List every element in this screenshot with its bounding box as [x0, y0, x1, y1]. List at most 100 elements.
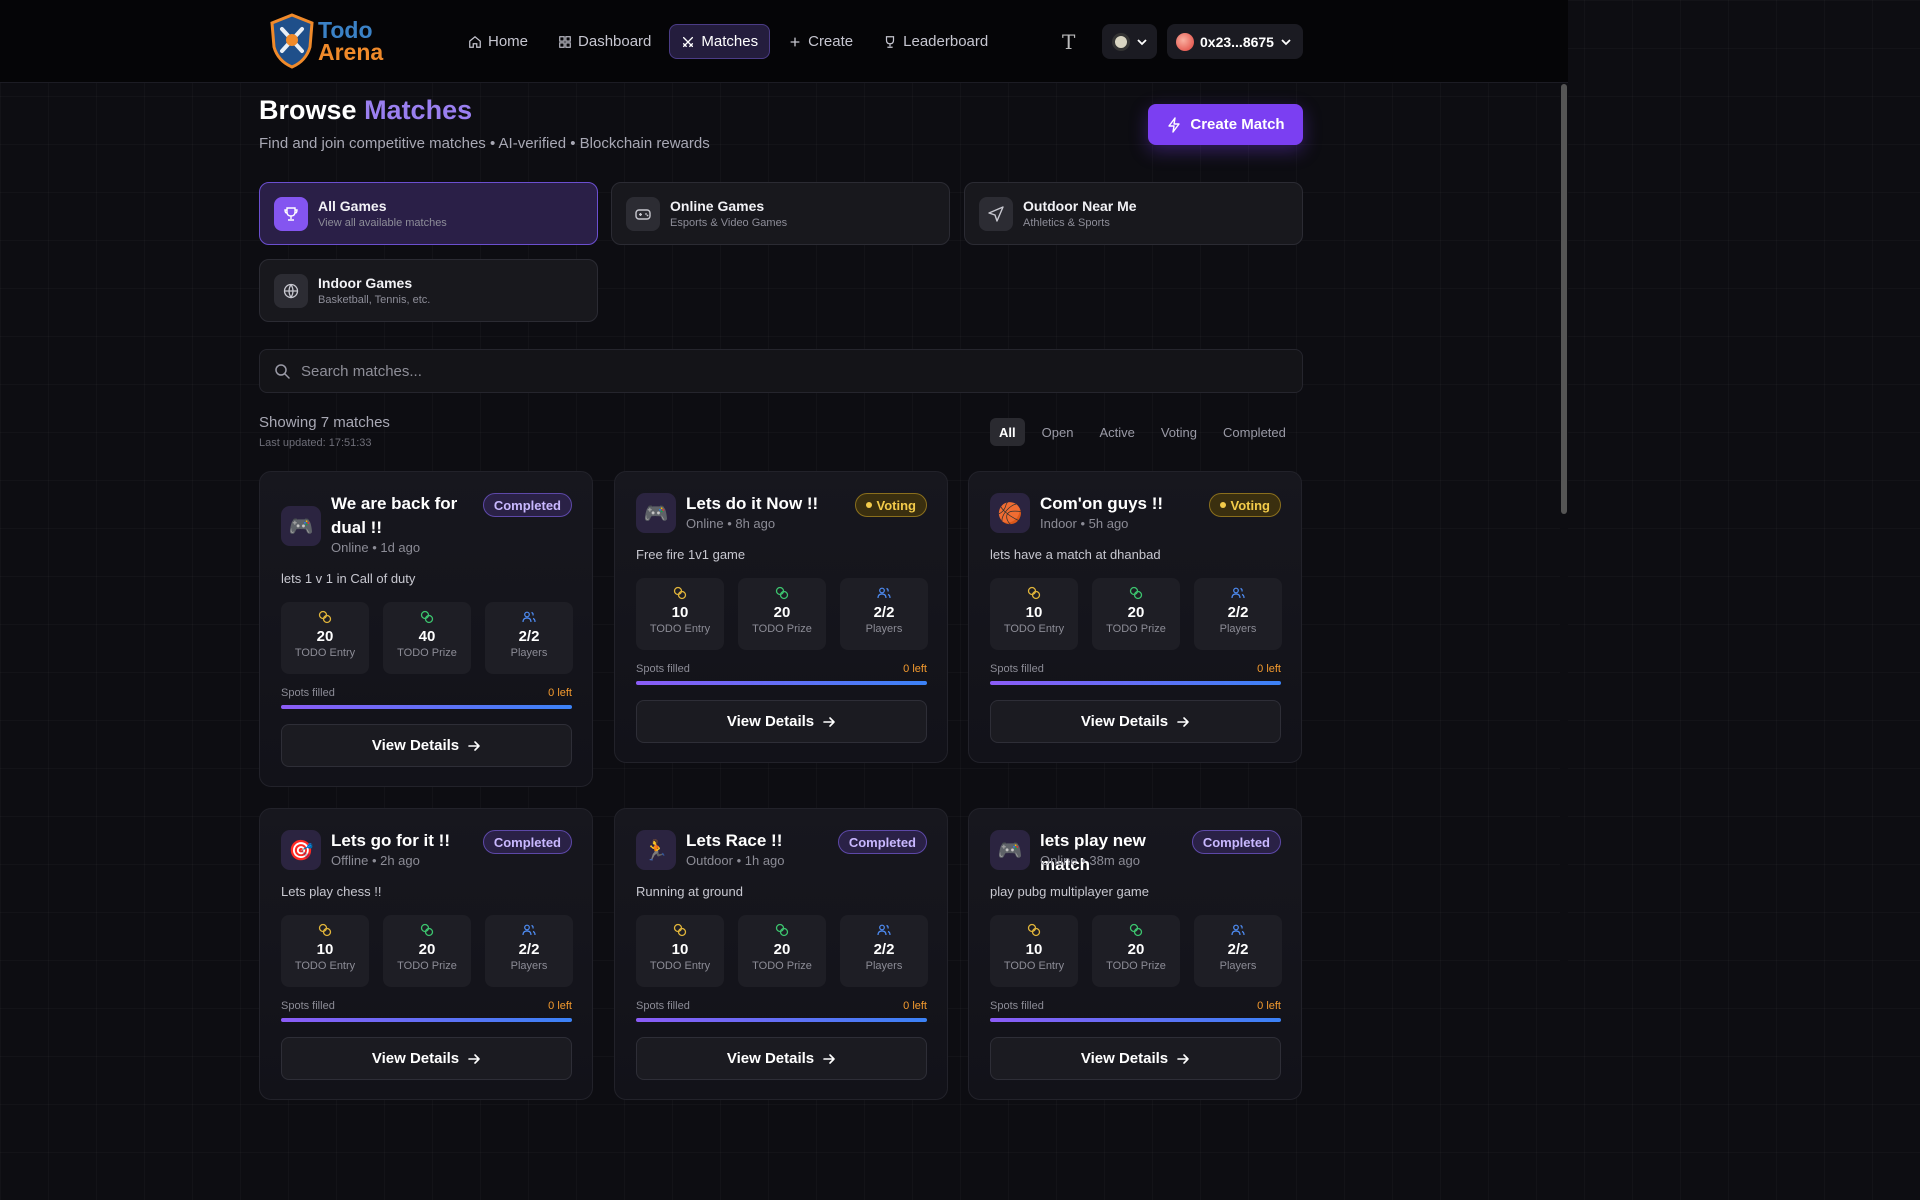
- network-icon: [1111, 32, 1130, 51]
- coins-icon: [1129, 586, 1143, 600]
- progress-fill: [990, 1018, 1281, 1022]
- status-badge: Completed: [1191, 830, 1281, 854]
- spots-left: 0 left: [903, 663, 927, 675]
- status-label: Voting: [876, 497, 916, 513]
- match-meta: Online • 8h ago: [686, 516, 776, 531]
- stat-entry-label: TODO Entry: [294, 647, 356, 659]
- nav-dashboard[interactable]: Dashboard: [546, 24, 663, 59]
- status-dot: [1219, 502, 1226, 508]
- arrow-right-icon: [823, 716, 835, 727]
- create-match-label: Create Match: [1190, 116, 1285, 133]
- match-description: Free fire 1v1 game: [636, 547, 746, 562]
- wallet-button[interactable]: 0x23...8675: [1167, 24, 1303, 59]
- coins-icon: [673, 586, 687, 600]
- progress-bar: [636, 1018, 927, 1022]
- stat-entry: 10 TODO Entry: [636, 578, 724, 650]
- spots-label: Spots filled: [281, 687, 335, 699]
- network-selector[interactable]: [1102, 24, 1157, 59]
- stat-prize-label: TODO Prize: [752, 623, 812, 635]
- stat-players-label: Players: [1219, 960, 1257, 972]
- status-badge: Completed: [837, 830, 927, 854]
- game-emoji-icon: 🎮: [281, 506, 321, 546]
- category-title: All Games: [318, 198, 387, 214]
- create-match-button[interactable]: Create Match: [1148, 104, 1303, 145]
- coins-icon: [1027, 923, 1041, 937]
- match-card[interactable]: 🎯 Lets go for it !! Offline • 2h ago Com…: [259, 808, 593, 1100]
- users-icon: [877, 924, 891, 936]
- game-emoji-icon: 🎮: [990, 830, 1030, 870]
- match-title: Lets do it Now !!: [686, 494, 819, 513]
- spots-left: 0 left: [548, 1000, 572, 1012]
- view-details-button[interactable]: View Details: [281, 724, 572, 767]
- arrow-right-icon: [1177, 716, 1189, 727]
- coins-icon: [420, 610, 434, 624]
- stat-entry: 10 TODO Entry: [636, 915, 724, 987]
- filter-voting[interactable]: Voting: [1152, 418, 1206, 446]
- stat-players-label: Players: [1219, 623, 1257, 635]
- spots-left: 0 left: [548, 687, 572, 699]
- match-card[interactable]: 🏀 Com'on guys !! Indoor • 5h ago Voting …: [968, 471, 1302, 763]
- match-meta: Online • 38m ago: [1040, 853, 1140, 868]
- view-details-label: View Details: [1080, 713, 1169, 730]
- progress-fill: [281, 705, 572, 709]
- stat-players-label: Players: [865, 623, 903, 635]
- dashboard-icon: [559, 35, 571, 48]
- logo[interactable]: Todo Arena: [268, 13, 383, 69]
- home-icon: [469, 35, 481, 48]
- filter-open[interactable]: Open: [1033, 418, 1083, 446]
- nav-leaderboard[interactable]: Leaderboard: [871, 24, 1000, 59]
- scrollbar-thumb[interactable]: [1561, 84, 1567, 514]
- stat-players-value: 2/2: [873, 604, 895, 621]
- stat-entry: 10 TODO Entry: [281, 915, 369, 987]
- text-size-icon[interactable]: T: [1062, 30, 1084, 54]
- match-card[interactable]: 🎮 We are back for dual !! Online • 1d ag…: [259, 471, 593, 787]
- lightning-icon: [1168, 116, 1181, 133]
- arrow-right-icon: [1177, 1053, 1189, 1064]
- stat-entry-value: 10: [671, 941, 689, 958]
- view-details-button[interactable]: View Details: [636, 1037, 927, 1080]
- view-details-button[interactable]: View Details: [636, 700, 927, 743]
- view-details-label: View Details: [726, 1050, 815, 1067]
- status-badge: Voting: [1208, 493, 1281, 517]
- filter-all[interactable]: All: [990, 418, 1025, 446]
- users-icon: [522, 611, 536, 623]
- stat-prize-label: TODO Prize: [397, 960, 457, 972]
- stat-entry-label: TODO Entry: [1003, 623, 1065, 635]
- swords-icon: [683, 36, 694, 47]
- nav-matches[interactable]: Matches: [669, 24, 771, 59]
- progress-bar: [636, 681, 927, 685]
- chevron-down-icon: [1136, 38, 1147, 45]
- spots-progress: Spots filled 0 left: [990, 663, 1281, 685]
- users-icon: [1231, 924, 1245, 936]
- category-online-games[interactable]: Online Games Esports & Video Games: [611, 182, 950, 245]
- match-card[interactable]: 🎮 Lets do it Now !! Online • 8h ago Voti…: [614, 471, 948, 763]
- stat-players-value: 2/2: [1227, 604, 1249, 621]
- nav-create[interactable]: Create: [776, 24, 865, 59]
- stat-prize-value: 20: [1127, 604, 1145, 621]
- view-details-button[interactable]: View Details: [990, 700, 1281, 743]
- filter-completed[interactable]: Completed: [1214, 418, 1295, 446]
- status-badge: Voting: [854, 493, 927, 517]
- stat-players-value: 2/2: [873, 941, 895, 958]
- stat-prize-label: TODO Prize: [1106, 960, 1166, 972]
- match-description: lets have a match at dhanbad: [990, 547, 1161, 562]
- category-all-games[interactable]: All Games View all available matches: [259, 182, 598, 245]
- search-input[interactable]: [301, 362, 1201, 380]
- view-details-button[interactable]: View Details: [990, 1037, 1281, 1080]
- top-navbar: Todo Arena Home Dashboard Matches Create…: [0, 0, 1568, 83]
- category-outdoor[interactable]: Outdoor Near Me Athletics & Sports: [964, 182, 1303, 245]
- category-indoor[interactable]: Indoor Games Basketball, Tennis, etc.: [259, 259, 598, 322]
- match-card[interactable]: 🎮 lets play new match Online • 38m ago C…: [968, 808, 1302, 1100]
- nav-create-label: Create: [808, 33, 854, 50]
- view-details-button[interactable]: View Details: [281, 1037, 572, 1080]
- stat-prize: 20 TODO Prize: [738, 915, 826, 987]
- nav-home[interactable]: Home: [456, 24, 540, 59]
- stat-prize-label: TODO Prize: [397, 647, 457, 659]
- filter-active[interactable]: Active: [1090, 418, 1143, 446]
- page-title-main: Browse: [259, 95, 357, 125]
- match-card[interactable]: 🏃 Lets Race !! Outdoor • 1h ago Complete…: [614, 808, 948, 1100]
- status-label: Completed: [493, 834, 561, 850]
- status-label: Completed: [1202, 834, 1270, 850]
- match-description: lets 1 v 1 in Call of duty: [281, 571, 416, 586]
- stat-players: 2/2 Players: [840, 578, 928, 650]
